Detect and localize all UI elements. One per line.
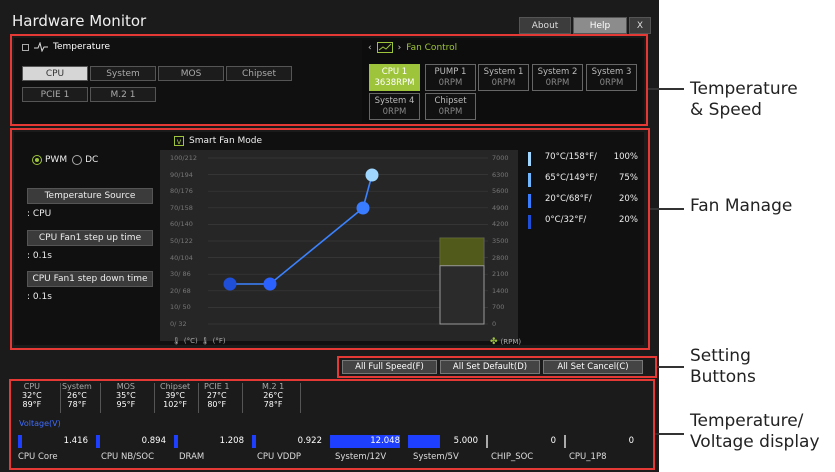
leader-line: [655, 433, 684, 435]
leader-line: [650, 208, 684, 210]
callout-temp-voltage: Temperature/Voltage display: [690, 411, 820, 452]
callout-fan-manage: Fan Manage: [690, 196, 793, 216]
callout-setting-buttons: Setting Buttons: [690, 346, 756, 387]
monitor-highlight: [9, 379, 655, 470]
leader-line: [648, 88, 684, 90]
callout-temp-speed: Temperature & Speed: [690, 79, 798, 120]
fan-manage-highlight: [10, 128, 650, 350]
setting-buttons-highlight: [337, 356, 657, 378]
leader-line: [657, 366, 684, 368]
temp-speed-highlight: [10, 34, 648, 126]
